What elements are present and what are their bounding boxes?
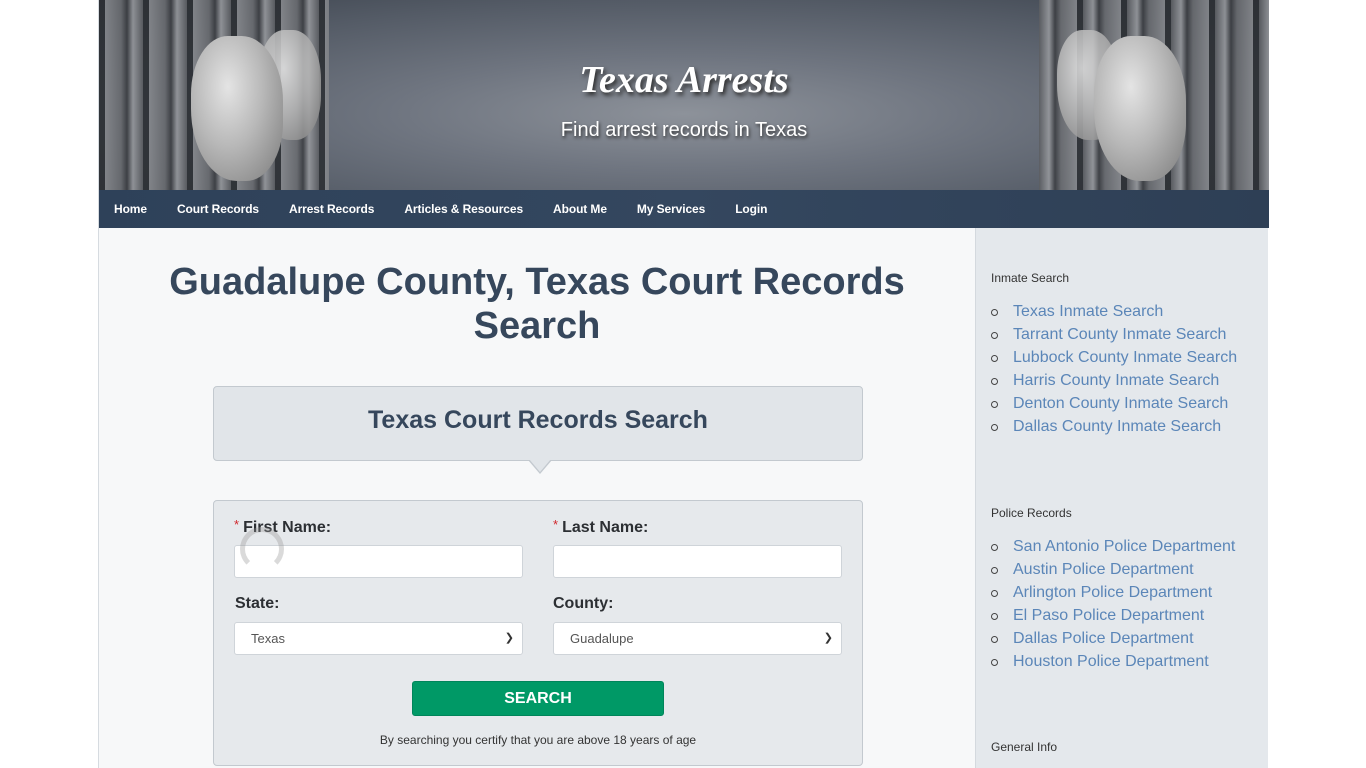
list-item: Texas Inmate Search bbox=[991, 300, 1237, 323]
nav-about-me[interactable]: About Me bbox=[538, 190, 622, 228]
list-item: Dallas County Inmate Search bbox=[991, 415, 1237, 438]
sidebar-link[interactable]: Texas Inmate Search bbox=[1013, 303, 1163, 320]
sidebar-link[interactable]: Dallas Police Department bbox=[1013, 630, 1194, 647]
list-item: Denton County Inmate Search bbox=[991, 392, 1237, 415]
sidebar-heading-police-records: Police Records bbox=[991, 506, 1072, 520]
state-selected-value: Texas bbox=[251, 631, 285, 646]
inmate-search-links: Texas Inmate Search Tarrant County Inmat… bbox=[991, 300, 1237, 438]
chevron-down-icon: ❯ bbox=[504, 632, 514, 644]
sidebar-link[interactable]: Harris County Inmate Search bbox=[1013, 372, 1219, 389]
required-marker: * bbox=[553, 517, 559, 532]
county-selected-value: Guadalupe bbox=[570, 631, 634, 646]
last-name-label: * Last Name: bbox=[553, 517, 649, 536]
state-select[interactable]: Texas ❯ bbox=[234, 622, 523, 655]
search-form-title: Texas Court Records Search bbox=[368, 406, 708, 434]
age-disclaimer: By searching you certify that you are ab… bbox=[379, 733, 697, 747]
sidebar-link[interactable]: El Paso Police Department bbox=[1013, 607, 1204, 624]
sidebar-heading-general-info: General Info bbox=[991, 740, 1058, 754]
chevron-down-icon: ❯ bbox=[823, 632, 833, 644]
sidebar-link[interactable]: Dallas County Inmate Search bbox=[1013, 418, 1221, 435]
police-records-links: San Antonio Police Department Austin Pol… bbox=[991, 535, 1235, 673]
site-header-banner: Texas Arrests Find arrest records in Tex… bbox=[99, 0, 1269, 190]
nav-articles-resources[interactable]: Articles & Resources bbox=[389, 190, 538, 228]
search-form: * First Name: * Last Name: State: Texas ❯ … bbox=[213, 500, 863, 766]
nav-my-services[interactable]: My Services bbox=[622, 190, 720, 228]
sidebar-link[interactable]: Tarrant County Inmate Search bbox=[1013, 326, 1226, 343]
list-item: San Antonio Police Department bbox=[991, 535, 1235, 558]
sidebar-link[interactable]: Houston Police Department bbox=[1013, 653, 1209, 670]
list-item: Austin Police Department bbox=[991, 558, 1235, 581]
county-select[interactable]: Guadalupe ❯ bbox=[553, 622, 842, 655]
site-tagline: Find arrest records in Texas bbox=[560, 119, 808, 141]
sidebar: Inmate Search Texas Inmate Search Tarran… bbox=[975, 228, 1268, 768]
county-label: County: bbox=[553, 595, 614, 612]
search-form-header: Texas Court Records Search bbox=[213, 386, 863, 474]
search-button[interactable]: SEARCH bbox=[412, 681, 664, 716]
main-nav: Home Court Records Arrest Records Articl… bbox=[99, 190, 1269, 228]
nav-arrest-records[interactable]: Arrest Records bbox=[274, 190, 389, 228]
callout-arrow bbox=[528, 459, 552, 474]
page-title: Guadalupe County, Texas Court Records Se… bbox=[169, 261, 905, 347]
page-wrapper: Texas Arrests Find arrest records in Tex… bbox=[98, 0, 1269, 768]
state-label: State: bbox=[235, 595, 280, 612]
list-item: Dallas Police Department bbox=[991, 627, 1235, 650]
last-name-input[interactable] bbox=[553, 545, 842, 578]
list-item: Arlington Police Department bbox=[991, 581, 1235, 604]
site-title[interactable]: Texas Arrests bbox=[99, 58, 1269, 102]
nav-home[interactable]: Home bbox=[99, 190, 162, 228]
sidebar-link[interactable]: Arlington Police Department bbox=[1013, 584, 1212, 601]
loading-spinner-icon bbox=[240, 527, 284, 571]
nav-login[interactable]: Login bbox=[720, 190, 782, 228]
sidebar-link[interactable]: Austin Police Department bbox=[1013, 561, 1194, 578]
list-item: El Paso Police Department bbox=[991, 604, 1235, 627]
list-item: Tarrant County Inmate Search bbox=[991, 323, 1237, 346]
sidebar-link[interactable]: San Antonio Police Department bbox=[1013, 538, 1235, 555]
nav-court-records[interactable]: Court Records bbox=[162, 190, 274, 228]
list-item: Houston Police Department bbox=[991, 650, 1235, 673]
list-item: Lubbock County Inmate Search bbox=[991, 346, 1237, 369]
sidebar-heading-inmate-search: Inmate Search bbox=[991, 271, 1070, 285]
required-marker: * bbox=[234, 517, 240, 532]
sidebar-link[interactable]: Denton County Inmate Search bbox=[1013, 395, 1228, 412]
main-content: Guadalupe County, Texas Court Records Se… bbox=[99, 228, 975, 768]
list-item: Harris County Inmate Search bbox=[991, 369, 1237, 392]
sidebar-link[interactable]: Lubbock County Inmate Search bbox=[1013, 349, 1237, 366]
